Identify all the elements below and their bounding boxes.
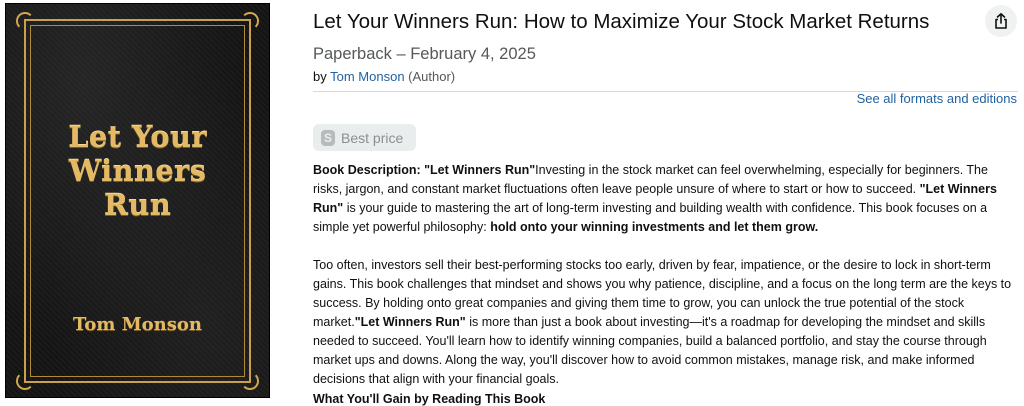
- cover-corner-ornament: [16, 12, 34, 30]
- book-cover-image[interactable]: Let Your Winners Run Tom Monson: [6, 4, 269, 397]
- author-link[interactable]: Tom Monson: [330, 69, 404, 84]
- cover-author: Tom Monson: [73, 314, 202, 335]
- format-and-date: Paperback – February 4, 2025: [313, 45, 536, 63]
- description-paragraph: Book Description: "Let Winners Run"Inves…: [313, 161, 1018, 237]
- book-description: Book Description: "Let Winners Run"Inves…: [313, 161, 1018, 406]
- cover-corner-ornament: [241, 12, 259, 30]
- share-button[interactable]: [985, 5, 1017, 37]
- description-paragraph: Too often, investors sell their best-per…: [313, 256, 1018, 389]
- author-role: (Author): [408, 69, 456, 84]
- gain-heading: What You'll Gain by Reading This Book: [313, 392, 546, 406]
- best-price-label: Best price: [341, 129, 404, 146]
- best-price-icon: S: [321, 129, 335, 146]
- cover-title-line: Let Your: [68, 120, 207, 154]
- description-bold: "Let Winners Run": [354, 315, 466, 329]
- see-all-formats-link[interactable]: See all formats and editions: [857, 91, 1017, 106]
- product-title: Let Your Winners Run: How to Maximize Yo…: [313, 10, 930, 33]
- cover-corner-ornament: [241, 372, 259, 390]
- description-bold: hold onto your winning investments and l…: [490, 220, 819, 234]
- byline: by Tom Monson (Author): [313, 69, 455, 84]
- share-icon: [995, 13, 1007, 29]
- cover-corner-ornament: [16, 372, 34, 390]
- byline-prefix: by: [313, 69, 327, 84]
- cover-title: Let Your Winners Run: [6, 120, 269, 222]
- description-lead: Book Description: "Let Winners Run": [313, 163, 536, 177]
- cover-title-line: Winners: [68, 154, 207, 188]
- cover-title-line: Run: [103, 188, 172, 222]
- best-price-badge[interactable]: S Best price: [313, 124, 416, 151]
